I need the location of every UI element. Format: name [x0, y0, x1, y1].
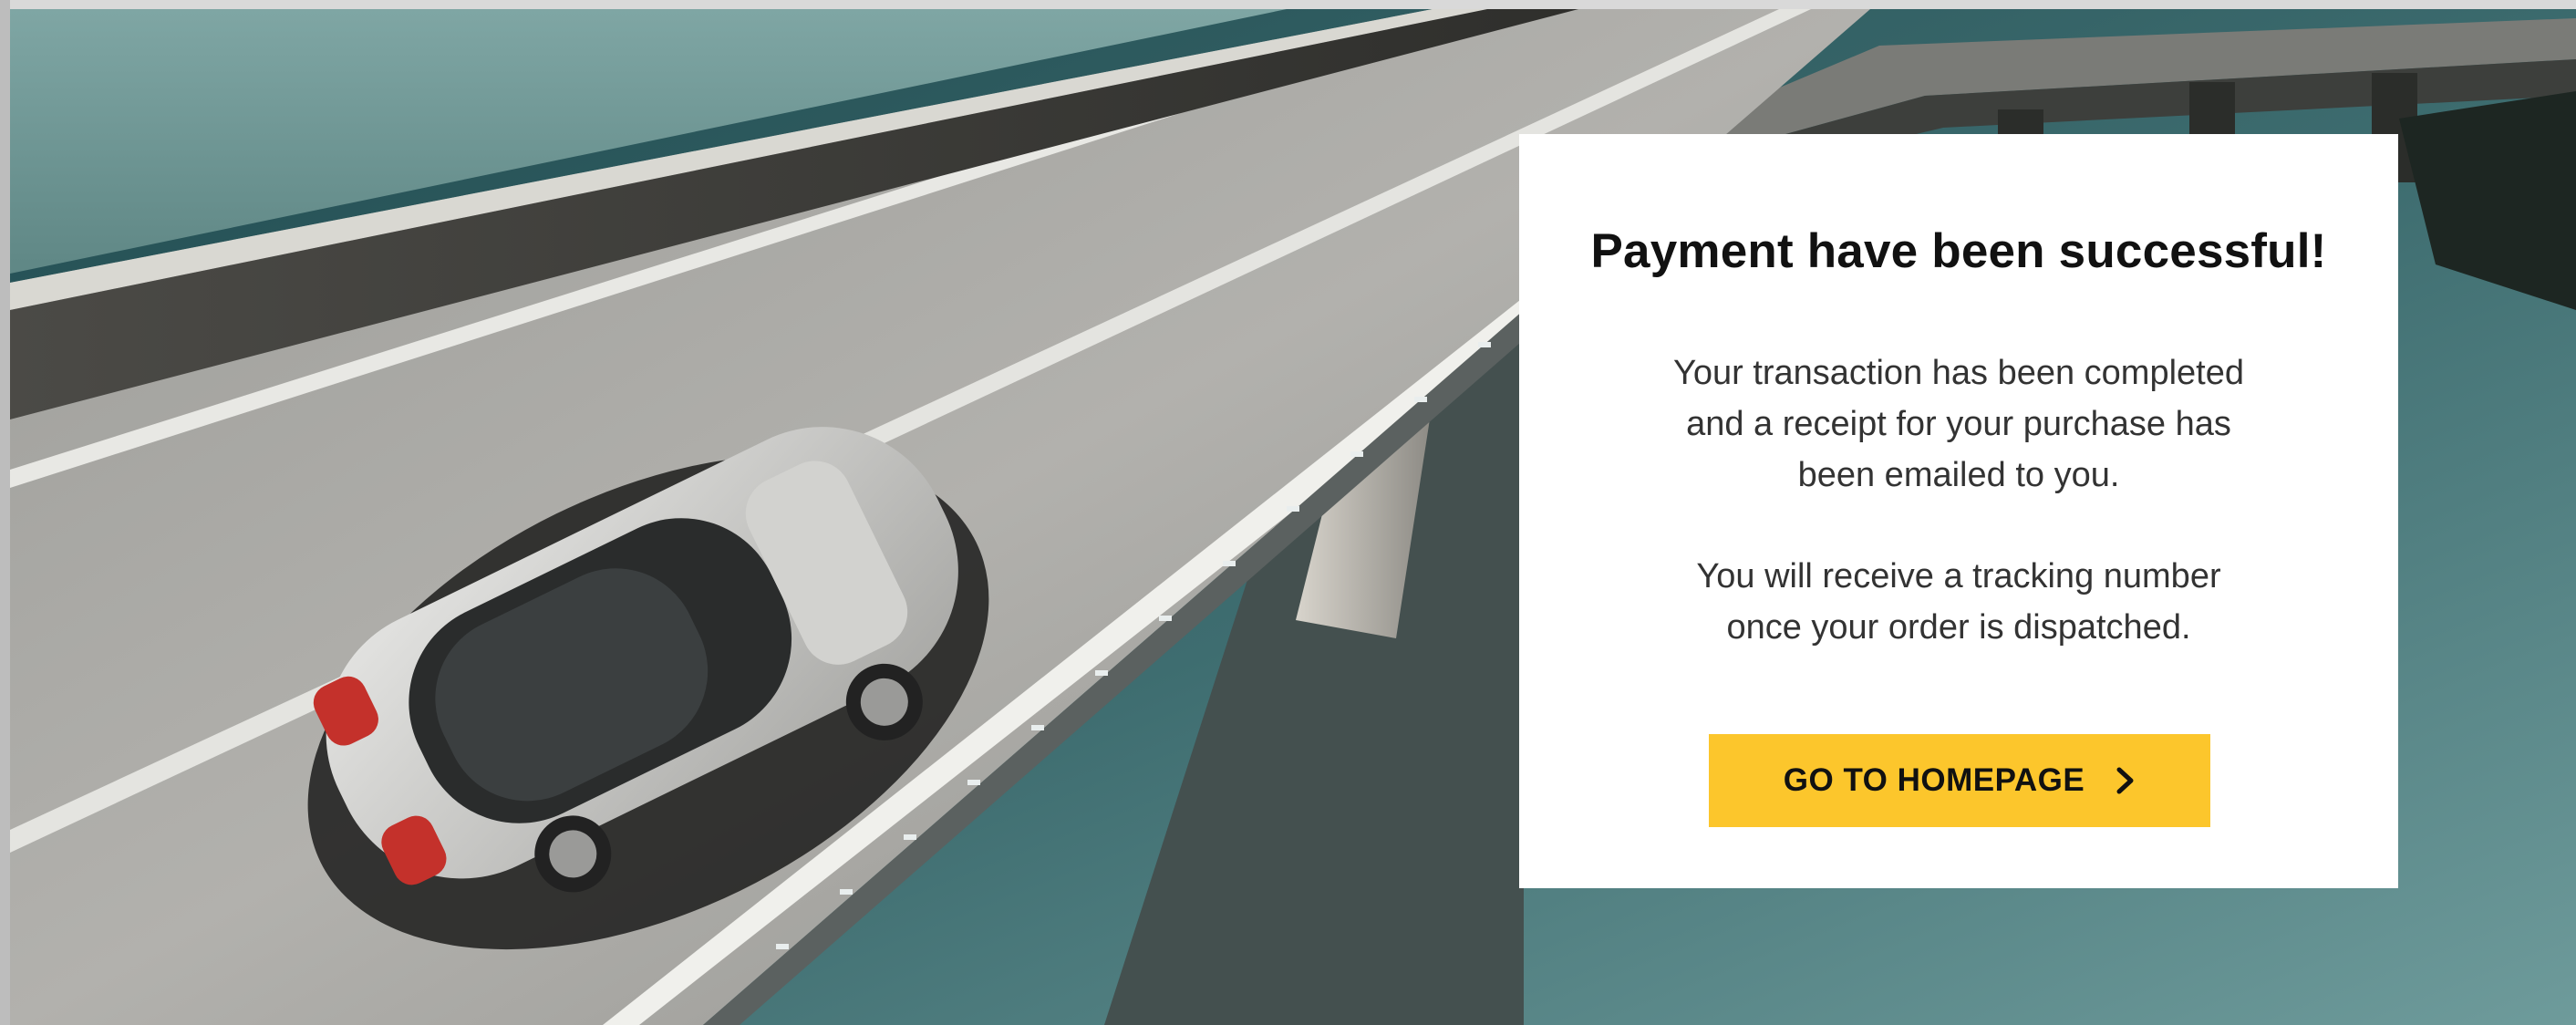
- receipt-message-line: been emailed to you.: [1797, 456, 2120, 494]
- window-edge: [0, 0, 10, 1025]
- receipt-message-line: and a receipt for your purchase has: [1686, 405, 2231, 443]
- tracking-message-line: once your order is dispatched.: [1726, 608, 2191, 647]
- tracking-message: You will receive a tracking number once …: [1592, 551, 2325, 653]
- payment-success-card: Payment have been successful! Your trans…: [1519, 134, 2398, 888]
- payment-success-page: Payment have been successful! Your trans…: [0, 0, 2576, 1025]
- receipt-message-line: Your transaction has been completed: [1672, 354, 2245, 392]
- go-to-homepage-button[interactable]: GO TO HOMEPAGE: [1709, 734, 2210, 827]
- chevron-right-icon: [2116, 767, 2134, 794]
- tracking-message-line: You will receive a tracking number: [1696, 557, 2221, 595]
- success-title: Payment have been successful!: [1590, 224, 2327, 278]
- go-to-homepage-label: GO TO HOMEPAGE: [1783, 762, 2085, 798]
- receipt-message: Your transaction has been completed and …: [1592, 347, 2325, 501]
